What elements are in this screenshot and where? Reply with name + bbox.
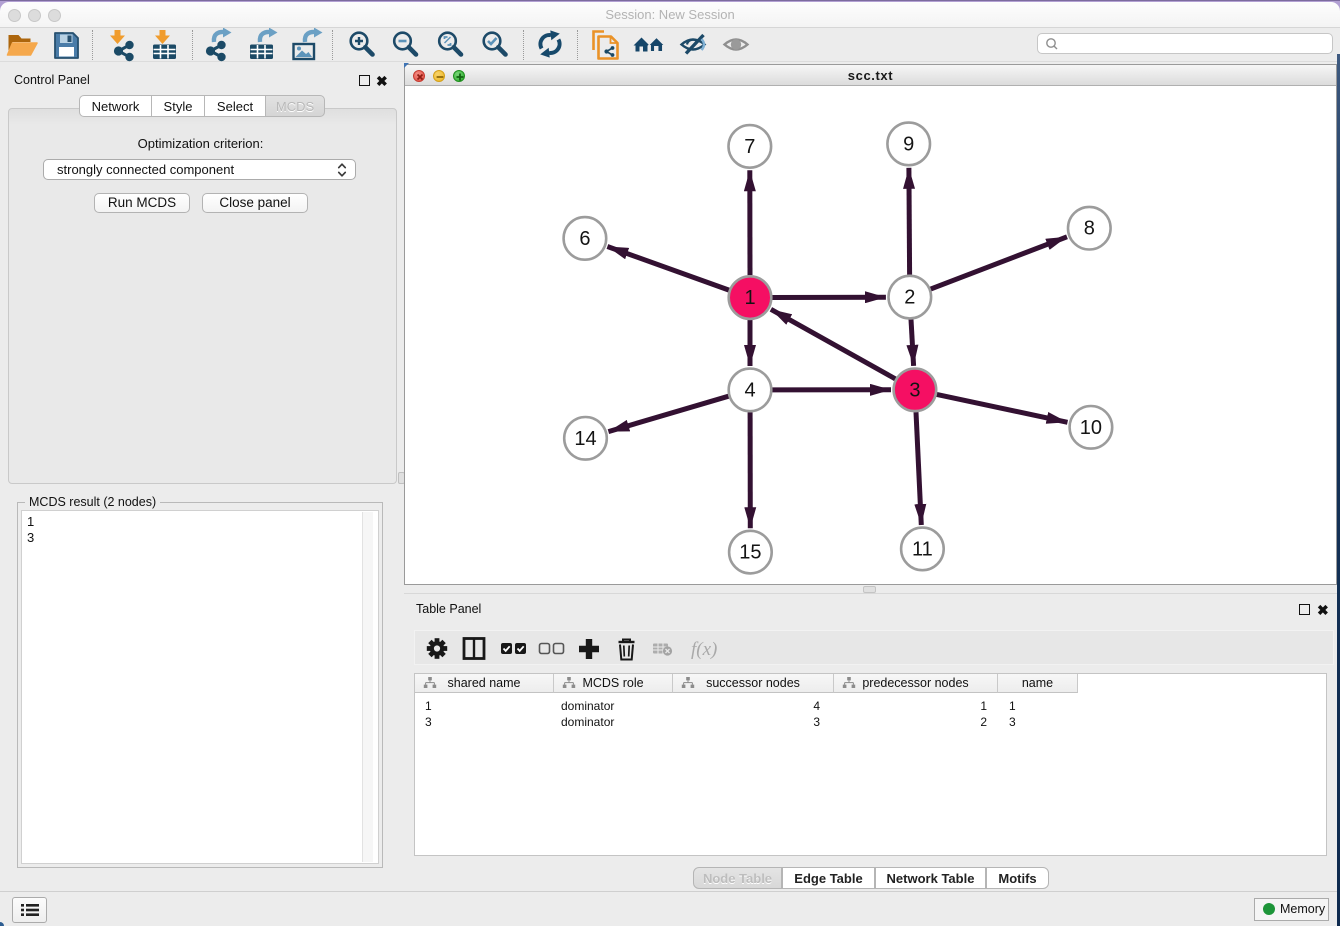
svg-text:11: 11 [912, 538, 933, 560]
svg-text:2: 2 [904, 287, 915, 309]
svg-text:15: 15 [739, 542, 761, 564]
svg-text:14: 14 [574, 428, 596, 450]
svg-text:1: 1 [744, 287, 755, 309]
svg-text:4: 4 [744, 379, 755, 401]
svg-text:10: 10 [1080, 417, 1102, 439]
svg-text:6: 6 [579, 228, 590, 250]
svg-text:8: 8 [1084, 218, 1095, 240]
svg-text:7: 7 [744, 136, 755, 158]
svg-text:3: 3 [909, 379, 920, 401]
svg-text:9: 9 [903, 133, 914, 155]
svg-text:f(x): f(x) [691, 639, 717, 660]
